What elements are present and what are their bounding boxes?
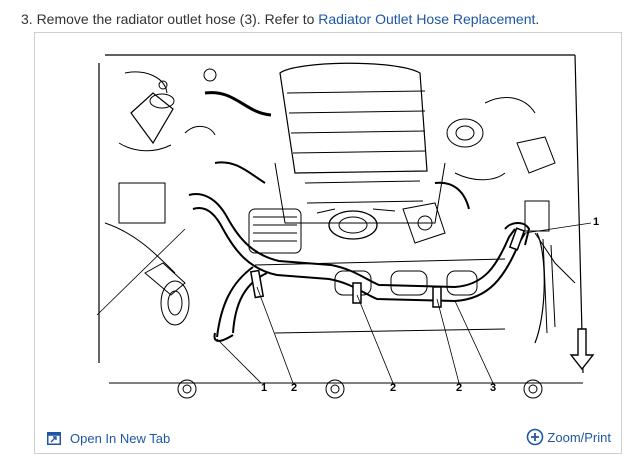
radiator-outlet-hose-replacement-link[interactable]: Radiator Outlet Hose Replacement <box>318 11 535 27</box>
open-in-new-tab-icon <box>47 432 61 445</box>
step-end: . <box>535 11 540 27</box>
step-instruction: 3. Remove the radiator outlet hose (3). … <box>21 11 539 27</box>
zoom-print-button[interactable]: Zoom/Print <box>526 428 611 446</box>
callout-2-right: 2 <box>456 382 462 394</box>
callout-3: 3 <box>490 382 496 394</box>
open-in-new-tab-button[interactable]: Open In New Tab <box>47 431 170 446</box>
engine-line-drawing: 1 2 2 2 3 1 <box>96 54 599 399</box>
zoom-plus-icon <box>527 428 544 446</box>
callout-1-lower: 1 <box>261 382 267 394</box>
figure-container: 1 2 2 2 3 1 Open In New Tab Zoom/Print <box>34 32 622 454</box>
open-in-new-tab-label: Open In New Tab <box>70 431 171 446</box>
down-arrow-icon <box>569 328 595 371</box>
callout-1-upper: 1 <box>593 216 599 228</box>
zoom-print-label: Zoom/Print <box>547 429 611 445</box>
callout-2-left: 2 <box>291 382 297 394</box>
engine-diagram[interactable]: 1 2 2 2 3 1 <box>35 33 621 425</box>
step-text: 3. Remove the radiator outlet hose (3). … <box>21 11 319 27</box>
callout-2-middle: 2 <box>390 382 396 394</box>
figure-footer: Open In New Tab Zoom/Print <box>35 425 621 453</box>
